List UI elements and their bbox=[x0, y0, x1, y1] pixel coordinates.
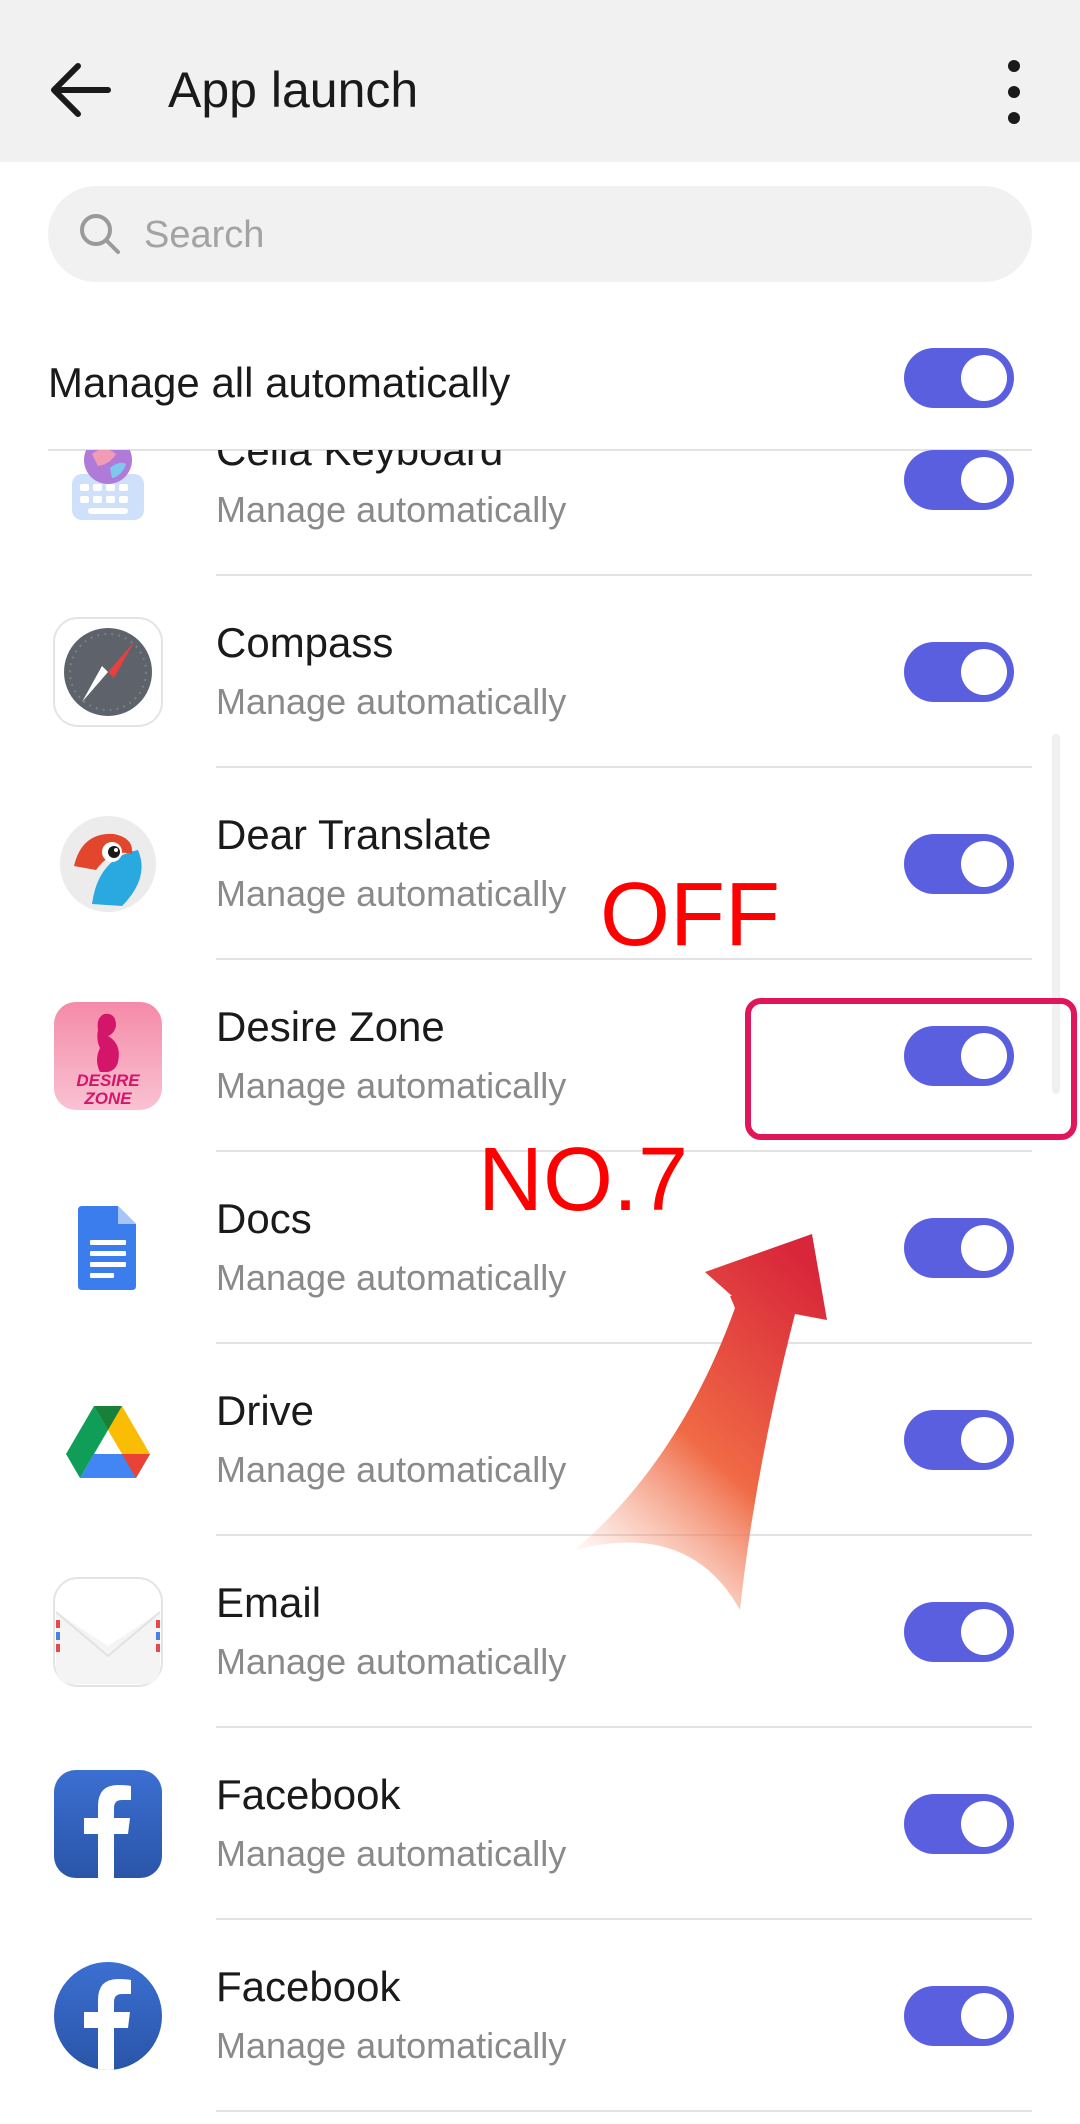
search-icon bbox=[80, 214, 120, 254]
annotation-arrow-icon bbox=[575, 1234, 827, 1610]
manage-all-row[interactable]: Manage all automatically bbox=[48, 330, 1032, 430]
app-name: Dear Translate bbox=[216, 811, 492, 858]
app-status: Manage automatically bbox=[216, 1257, 567, 1298]
arrow-left-icon bbox=[51, 63, 111, 117]
app-toggle[interactable] bbox=[904, 834, 1014, 894]
docs-icon bbox=[52, 1192, 164, 1304]
app-status: Manage automatically bbox=[216, 2025, 567, 2066]
app-status: Manage automatically bbox=[216, 1065, 567, 1106]
app-toggle[interactable] bbox=[904, 1410, 1014, 1470]
search-input[interactable]: Search bbox=[48, 186, 1032, 282]
more-options-button[interactable] bbox=[990, 52, 1038, 132]
drive-icon bbox=[52, 1384, 164, 1496]
toggle-knob bbox=[961, 457, 1007, 503]
toggle-knob bbox=[961, 1225, 1007, 1271]
app-name: Desire Zone bbox=[216, 1003, 445, 1050]
toggle-knob bbox=[961, 649, 1007, 695]
annotation-off-label: OFF bbox=[600, 865, 780, 965]
divider bbox=[216, 2110, 1032, 2112]
toggle-knob bbox=[961, 1993, 1007, 2039]
email-icon bbox=[52, 1576, 164, 1688]
app-toggle[interactable] bbox=[904, 1602, 1014, 1662]
search-placeholder: Search bbox=[144, 214, 265, 256]
app-toggle[interactable] bbox=[904, 1986, 1014, 2046]
app-name: Facebook bbox=[216, 1771, 401, 1818]
compass-icon bbox=[52, 616, 164, 728]
app-name: Compass bbox=[216, 619, 394, 666]
app-status: Manage automatically bbox=[216, 1449, 567, 1490]
app-bar: App launch bbox=[0, 0, 1080, 162]
app-status: Manage automatically bbox=[216, 1833, 567, 1874]
annotation-step-label: NO.7 bbox=[478, 1130, 689, 1230]
more-vertical-icon bbox=[1008, 60, 1020, 124]
app-status: Manage automatically bbox=[216, 1641, 567, 1682]
svg-text:DESIRE: DESIRE bbox=[76, 1071, 140, 1090]
app-status: Manage automatically bbox=[216, 681, 567, 722]
app-name: Email bbox=[216, 1579, 322, 1626]
manage-all-label: Manage all automatically bbox=[48, 359, 511, 406]
app-name: Drive bbox=[216, 1387, 315, 1434]
celia-keyboard-icon bbox=[52, 450, 164, 536]
list-item-facebook[interactable]: Facebook Manage automatically bbox=[0, 1728, 1080, 1920]
toggle-knob bbox=[961, 1609, 1007, 1655]
app-name: Celia Keyboard bbox=[216, 450, 504, 474]
list-item-dear-translate[interactable]: Dear Translate Manage automatically bbox=[0, 768, 1080, 960]
toggle-knob bbox=[961, 1801, 1007, 1847]
app-toggle[interactable] bbox=[904, 642, 1014, 702]
app-toggle[interactable] bbox=[904, 450, 1014, 510]
desire-zone-icon: DESIRE ZONE bbox=[52, 1000, 164, 1112]
app-status: Manage automatically bbox=[216, 489, 567, 530]
app-name: Docs bbox=[216, 1195, 312, 1242]
toggle-knob bbox=[961, 1417, 1007, 1463]
svg-text:ZONE: ZONE bbox=[83, 1089, 132, 1108]
toggle-knob bbox=[961, 841, 1007, 887]
back-button[interactable] bbox=[42, 50, 122, 130]
manage-all-toggle[interactable] bbox=[904, 348, 1014, 408]
facebook-square-icon bbox=[52, 1768, 164, 1880]
facebook-round-icon bbox=[52, 1960, 164, 2072]
app-toggle[interactable] bbox=[904, 1794, 1014, 1854]
app-name: Facebook bbox=[216, 1963, 401, 2010]
toggle-knob bbox=[961, 355, 1007, 401]
app-status: Manage automatically bbox=[216, 873, 567, 914]
app-toggle[interactable] bbox=[904, 1218, 1014, 1278]
list-item-celia-keyboard[interactable]: Celia Keyboard Manage automatically bbox=[0, 450, 1080, 576]
dear-translate-icon bbox=[52, 808, 164, 920]
list-item-facebook[interactable]: Facebook Manage automatically bbox=[0, 1920, 1080, 2112]
page-title: App launch bbox=[168, 62, 419, 118]
annotation-highlight-box bbox=[745, 998, 1077, 1140]
list-item-compass[interactable]: Compass Manage automatically bbox=[0, 576, 1080, 768]
